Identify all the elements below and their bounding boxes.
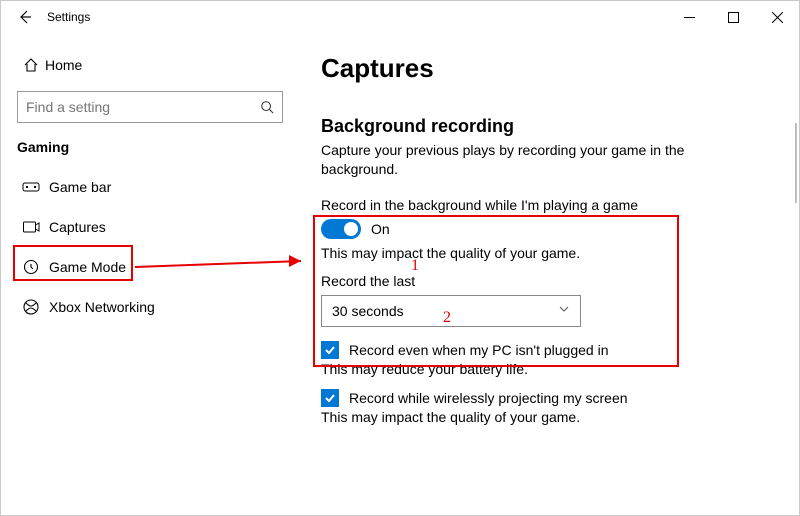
back-button[interactable] [9, 1, 41, 33]
annotation-arrow [133, 249, 315, 279]
sidebar-item-label: Game bar [45, 179, 111, 195]
section-heading: Background recording [321, 116, 783, 137]
sidebar-home[interactable]: Home [17, 47, 301, 83]
sidebar-home-label: Home [45, 57, 82, 73]
sidebar-category: Gaming [17, 139, 301, 155]
sidebar-item-xbox-networking[interactable]: Xbox Networking [13, 287, 301, 327]
search-input[interactable] [18, 98, 252, 116]
page-title: Captures [321, 53, 783, 84]
titlebar: Settings [1, 1, 799, 33]
sidebar-item-label: Xbox Networking [45, 299, 155, 315]
game-bar-icon [17, 178, 45, 196]
section-description: Capture your previous plays by recording… [321, 141, 751, 179]
sidebar-item-game-bar[interactable]: Game bar [13, 167, 301, 207]
record-bg-label: Record in the background while I'm playi… [321, 197, 783, 213]
record-wireless-checkbox[interactable] [321, 389, 339, 407]
search-icon [252, 100, 282, 114]
record-wireless-label: Record while wirelessly projecting my sc… [349, 390, 628, 406]
sidebar-item-label: Captures [45, 219, 106, 235]
window-title: Settings [41, 10, 90, 24]
maximize-button[interactable] [711, 1, 755, 33]
annotation-2: 2 [443, 309, 451, 327]
scrollbar-thumb[interactable] [795, 123, 797, 203]
sidebar-item-captures[interactable]: Captures [13, 207, 301, 247]
annotation-1: 1 [411, 257, 419, 275]
home-icon [17, 57, 45, 73]
xbox-networking-icon [17, 298, 45, 316]
captures-icon [17, 218, 45, 236]
record-wireless-note: This may impact the quality of your game… [321, 409, 783, 425]
search-input-container[interactable] [17, 91, 283, 123]
annotation-box-sidebar [13, 245, 133, 281]
annotation-box-main [313, 215, 679, 367]
minimize-button[interactable] [667, 1, 711, 33]
close-button[interactable] [755, 1, 799, 33]
